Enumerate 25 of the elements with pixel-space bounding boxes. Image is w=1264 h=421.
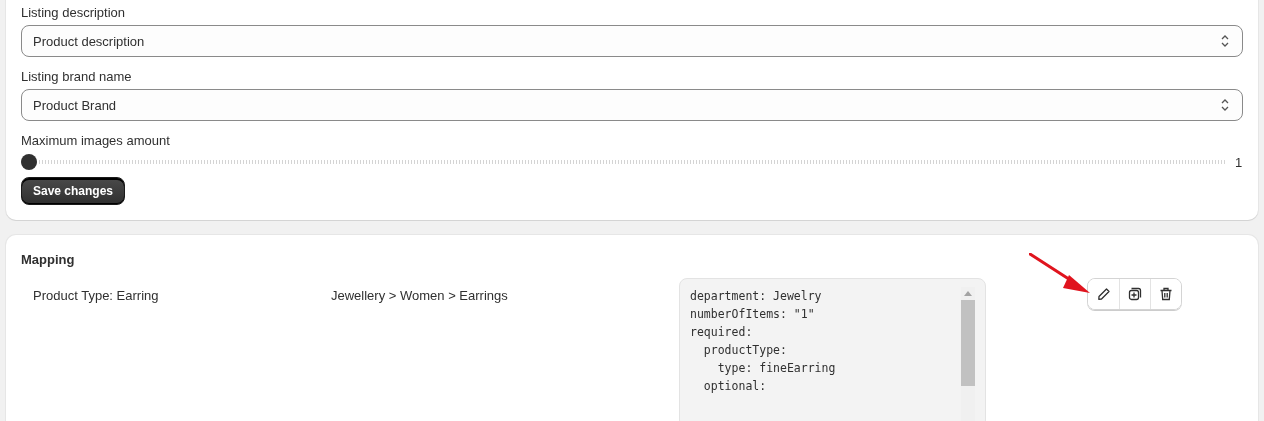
category-path-text: Jewellery > Women > Earrings (331, 288, 509, 305)
field-label: Listing description (21, 5, 127, 21)
slider-value: 1 (1235, 154, 1243, 170)
slider-label: Maximum images amount (21, 133, 171, 149)
annotation-arrow (1029, 253, 1091, 295)
chevron-up-down-icon (1220, 98, 1230, 112)
product-type-text: Product Type: Earring (33, 288, 160, 305)
code-line: required: (690, 324, 754, 341)
section-title: Mapping (21, 252, 76, 268)
code-line: department: Jewelry (690, 288, 823, 305)
select-field[interactable]: Product description (21, 25, 1243, 57)
duplicate-icon (1128, 287, 1142, 301)
save-button[interactable]: Save changes (21, 177, 126, 205)
code-line: optional: (702, 378, 768, 395)
pencil-icon (1096, 287, 1111, 301)
code-line: numberOfItems: "1" (690, 306, 816, 323)
select-field[interactable]: Product Brand (21, 89, 1243, 121)
slider-thumb[interactable] (21, 154, 37, 170)
code-line: productType: (702, 342, 788, 359)
field-label: Listing brand name (21, 69, 133, 85)
chevron-up-down-icon (1220, 34, 1230, 48)
trash-icon (1159, 287, 1173, 301)
scroll-up-icon (964, 291, 972, 296)
delete-button[interactable] (1150, 279, 1181, 309)
code-line: type: fineEarring (716, 360, 837, 377)
